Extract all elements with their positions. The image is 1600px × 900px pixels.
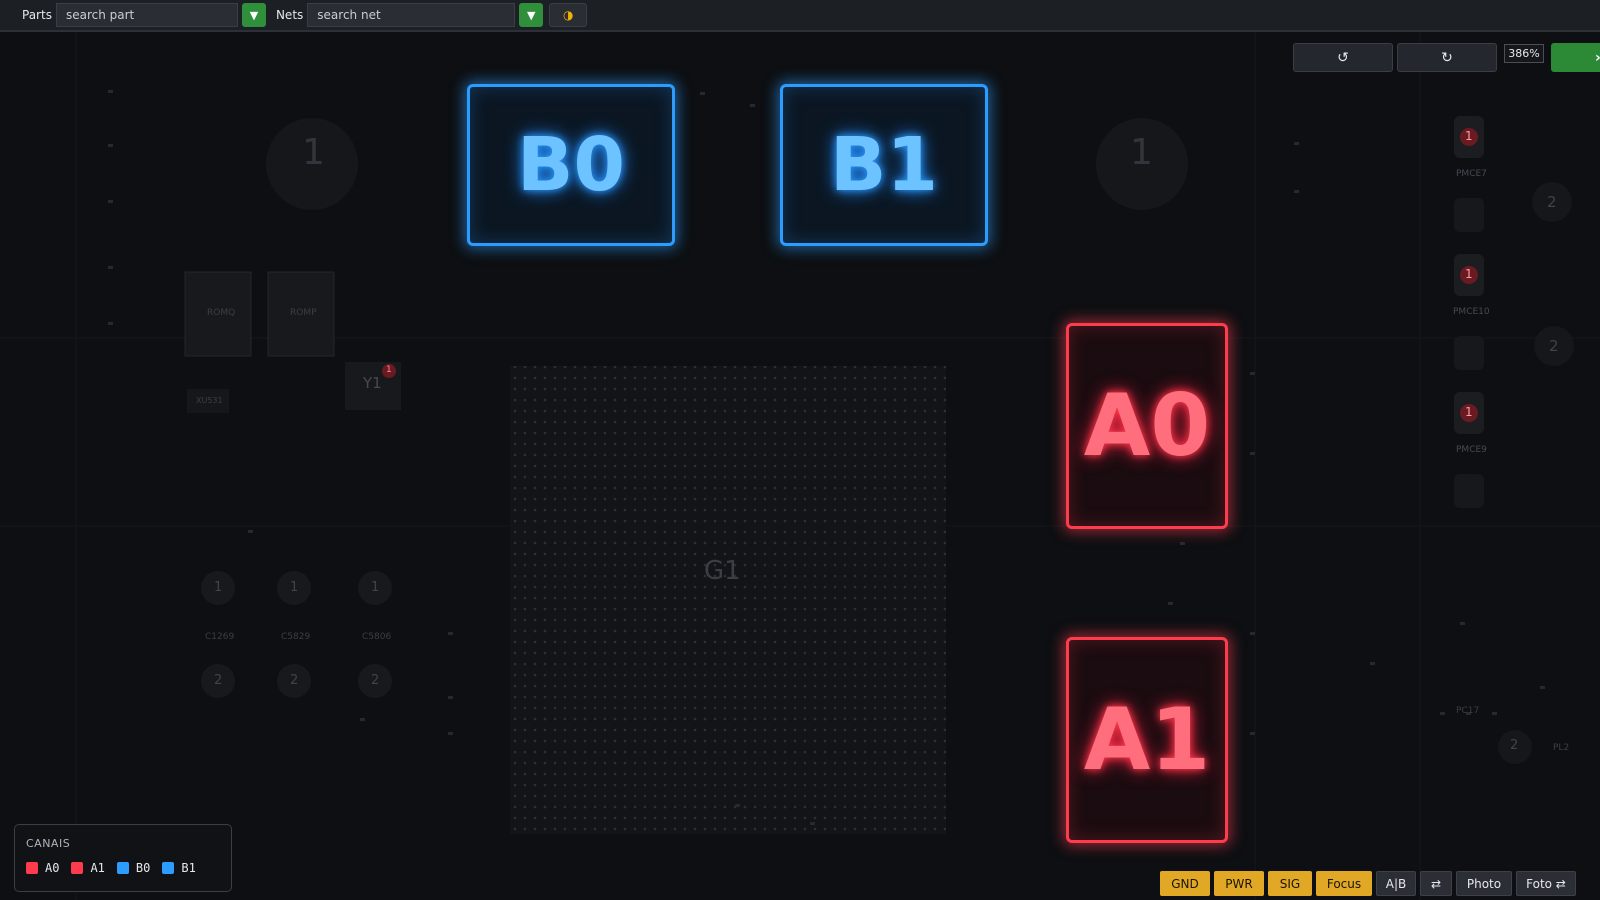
legend-swatch <box>71 862 84 874</box>
rotate-right-button[interactable]: ↻ <box>1397 43 1497 72</box>
pmce7-label: PMCE7 <box>1456 169 1487 179</box>
zoom-level: 386% <box>1504 44 1544 63</box>
legend-item-a0: A0 <box>26 861 59 875</box>
sig-button[interactable]: SIG <box>1268 871 1312 896</box>
pad-bottom-label: 2 <box>214 673 223 688</box>
right-pad-label: 2 <box>1510 738 1519 753</box>
pl2-label: PL2 <box>1553 743 1570 753</box>
legend-swatch <box>26 862 38 874</box>
chevron-right-icon: › <box>1595 50 1600 66</box>
channel-a0-label: A0 <box>1083 376 1211 476</box>
legend-label: A1 <box>90 861 105 875</box>
pad-bottom-label: 2 <box>290 673 299 688</box>
legend-swatch <box>116 862 129 874</box>
ab-toggle-button[interactable]: A|B <box>1376 871 1416 896</box>
pc17-label: PC17 <box>1456 706 1480 716</box>
channels-legend: CANAIS A0 A1 B0 B1 <box>14 824 232 892</box>
board-canvas[interactable]: G1 1 1 ROMQ ROMP Y1 1 XU531 1 1 1 2 2 2 … <box>0 32 1600 900</box>
pmce7-pin-label: 1 <box>1465 129 1473 143</box>
legend-item-b0: B0 <box>116 861 151 875</box>
channel-a1-part[interactable]: A1 <box>1066 637 1228 843</box>
pad-top-label: 1 <box>290 580 299 595</box>
channel-b0-part[interactable]: B0 <box>467 84 675 246</box>
y1-label: Y1 <box>363 374 382 392</box>
swap-button[interactable]: ⇄ <box>1420 871 1452 896</box>
pmce9-label: PMCE9 <box>1456 445 1487 455</box>
pad-top-label: 1 <box>371 580 380 595</box>
chevron-down-icon: ▼ <box>527 8 536 22</box>
next-button[interactable]: › <box>1551 43 1600 72</box>
parts-label: Parts <box>22 8 52 22</box>
nets-search-input[interactable] <box>307 3 516 27</box>
pmce10-pin-label: 1 <box>1465 267 1473 281</box>
pmce9-pin-label: 1 <box>1465 405 1473 419</box>
bottom-button-bar: GND PWR SIG Focus A|B ⇄ Photo Foto ⇄ <box>1160 871 1580 896</box>
chevron-down-icon: ▼ <box>249 8 259 22</box>
channel-b1-part[interactable]: B1 <box>780 84 988 246</box>
pad-label: C5829 <box>281 632 311 642</box>
legend-label: A0 <box>45 861 60 875</box>
channel-b0-label: B0 <box>517 122 625 208</box>
rotate-left-button[interactable]: ↺ <box>1293 43 1393 72</box>
rom-right-label: ROMP <box>290 308 317 318</box>
right-pad-label: 2 <box>1549 337 1559 355</box>
legend-title: CANAIS <box>26 837 71 850</box>
gnd-button[interactable]: GND <box>1160 871 1210 896</box>
channel-b1-label: B1 <box>830 122 938 208</box>
y1-pin-label: 1 <box>386 365 392 375</box>
pad-top-label: 1 <box>214 580 223 595</box>
legend-items: A0 A1 B0 B1 <box>26 861 208 875</box>
channel-a0-part[interactable]: A0 <box>1066 323 1228 529</box>
g1-label: G1 <box>704 556 741 586</box>
legend-item-a1: A1 <box>71 861 105 875</box>
foto-swap-button[interactable]: Foto ⇄ <box>1516 871 1576 896</box>
ho3-label: 1 <box>302 132 325 173</box>
top-toolbar: Parts ▼ Nets ▼ ◑ <box>0 0 1600 32</box>
photo-button[interactable]: Photo <box>1456 871 1512 896</box>
focus-button[interactable]: Focus <box>1316 871 1372 896</box>
pad-bottom-label: 2 <box>371 673 380 688</box>
legend-item-b1: B1 <box>162 861 196 875</box>
pmce10-label: PMCE10 <box>1453 307 1490 317</box>
channel-a1-label: A1 <box>1083 690 1211 790</box>
theme-toggle-button[interactable]: ◑ <box>549 3 588 27</box>
xu531-label: XU531 <box>196 396 223 405</box>
right-pad-label: 2 <box>1547 193 1557 211</box>
pad-label: C1269 <box>205 632 235 642</box>
ho1-label: 1 <box>1130 132 1153 173</box>
half-moon-icon: ◑ <box>563 8 574 22</box>
parts-dropdown-button[interactable]: ▼ <box>241 3 266 27</box>
rotate-ccw-icon: ↺ <box>1337 49 1349 66</box>
pwr-button[interactable]: PWR <box>1214 871 1264 896</box>
nets-dropdown-button[interactable]: ▼ <box>519 3 544 27</box>
legend-label: B0 <box>135 861 151 875</box>
pad-label: C5806 <box>362 632 392 642</box>
rom-left-label: ROMQ <box>207 308 236 318</box>
legend-label: B1 <box>181 861 196 875</box>
parts-search-input[interactable] <box>55 3 238 27</box>
legend-swatch <box>162 862 175 874</box>
nets-label: Nets <box>275 8 304 22</box>
rotate-cw-icon: ↻ <box>1441 49 1453 66</box>
